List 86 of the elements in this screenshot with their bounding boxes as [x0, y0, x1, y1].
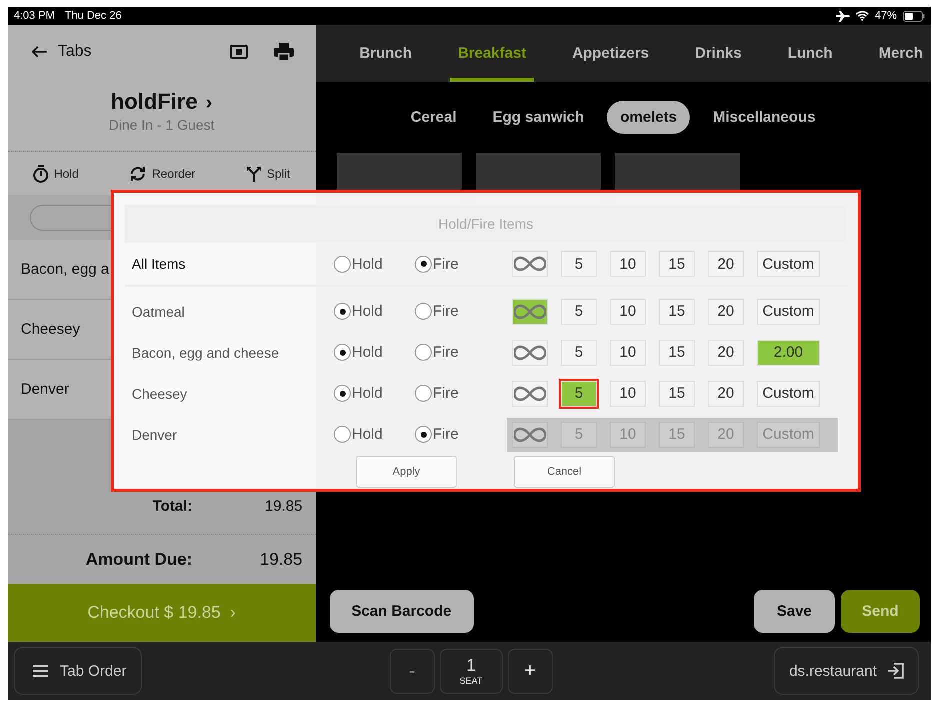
category-tab[interactable]: Brunch — [352, 25, 420, 82]
no-limit-button[interactable] — [512, 380, 548, 406]
infinity-icon — [514, 386, 546, 402]
chevron-icon[interactable]: › — [206, 92, 212, 115]
minutes-button[interactable]: 10 — [610, 380, 646, 406]
split-arrows-icon — [246, 166, 262, 182]
menu-icon — [33, 665, 48, 677]
back-arrow-icon — [32, 46, 48, 58]
category-tab[interactable]: Appetizers — [564, 25, 658, 82]
cancel-button[interactable]: Cancel — [514, 456, 615, 488]
minutes-button[interactable]: 20 — [708, 340, 744, 366]
item-name: Denver — [132, 426, 178, 442]
battery-icon — [903, 10, 925, 22]
minutes-button[interactable]: 15 — [659, 251, 695, 277]
subcategory-pill[interactable]: Miscellaneous — [700, 101, 829, 134]
category-tab[interactable]: Drinks — [687, 25, 750, 82]
minutes-button[interactable]: 15 — [659, 340, 695, 366]
no-limit-button[interactable] — [512, 298, 548, 324]
tab-title[interactable]: holdFire — [111, 89, 198, 115]
back-button[interactable]: Tabs — [32, 43, 92, 61]
subcategory-pill[interactable]: Cereal — [398, 101, 470, 134]
hold-fire-radio[interactable]: Fire — [415, 344, 507, 361]
item-name: Oatmeal — [132, 304, 186, 320]
amount-due-value: 19.85 — [259, 550, 303, 570]
total-amount: 19.85 — [264, 498, 303, 515]
status-time: 4:03 PM — [14, 10, 55, 22]
seat-minus-button[interactable]: - — [390, 648, 435, 694]
printer-icon[interactable] — [274, 43, 294, 61]
hold-fire-radio[interactable]: Fire — [415, 303, 507, 320]
logout-icon — [887, 663, 904, 679]
custom-time-button[interactable]: 2.00 — [757, 340, 820, 366]
battery-percent: 47% — [874, 10, 897, 22]
amount-due-label: Amount Due: — [86, 550, 193, 570]
hold-fire-radio[interactable]: Hold — [334, 303, 415, 320]
seat-counter[interactable]: 1 SEAT — [440, 648, 503, 694]
subcategory-pill[interactable]: omelets — [607, 101, 690, 134]
minutes-button[interactable]: 10 — [610, 298, 646, 324]
minutes-button[interactable]: 5 — [561, 380, 597, 406]
seat-plus-button[interactable]: + — [508, 648, 553, 694]
minutes-button[interactable]: 15 — [659, 380, 695, 406]
no-limit-button[interactable] — [512, 251, 548, 277]
tab-subtitle: Dine In - 1 Guest — [108, 117, 216, 133]
save-button[interactable]: Save — [754, 590, 835, 633]
minutes-button[interactable]: 5 — [561, 298, 597, 324]
subcategory-pill[interactable]: Egg sanwich — [480, 101, 598, 134]
minutes-button[interactable]: 20 — [708, 251, 744, 277]
custom-time-button[interactable]: Custom — [757, 380, 820, 406]
hold-fire-radio[interactable]: Fire — [415, 256, 507, 272]
category-tab[interactable]: Breakfast — [450, 25, 534, 82]
minutes-button[interactable]: 15 — [659, 298, 695, 324]
banknote-icon[interactable] — [230, 45, 248, 59]
hold-fire-radio[interactable]: Fire — [415, 385, 507, 402]
minutes-button[interactable]: 20 — [708, 380, 744, 406]
order-action-button[interactable]: Reorder — [129, 166, 196, 182]
category-tab[interactable]: Lunch — [780, 25, 841, 82]
hold-fire-radio[interactable]: Hold — [334, 344, 415, 361]
user-logout-button[interactable]: ds.restaurant — [774, 647, 919, 695]
minutes-button[interactable]: 5 — [561, 340, 597, 366]
stopwatch-icon — [33, 164, 50, 182]
minutes-button[interactable]: 20 — [708, 298, 744, 324]
order-action-button[interactable]: Split — [246, 166, 290, 182]
infinity-icon — [514, 256, 546, 272]
item-name: Cheesey — [132, 386, 188, 402]
custom-time-button[interactable]: Custom — [757, 298, 820, 324]
minutes-button[interactable]: 10 — [610, 340, 646, 366]
reorder-arrows-icon — [129, 166, 148, 182]
minutes-button[interactable]: 10 — [610, 251, 646, 277]
order-action-button[interactable]: Hold — [33, 164, 79, 182]
item-name: All Items — [132, 256, 187, 272]
total-label: Total: — [152, 498, 193, 515]
tab-order-button[interactable]: Tab Order — [14, 647, 142, 695]
hold-fire-radio[interactable]: Hold — [334, 256, 415, 272]
hold-fire-radio[interactable]: Hold — [334, 385, 415, 402]
apply-button[interactable]: Apply — [356, 456, 457, 488]
custom-time-button[interactable]: Custom — [757, 251, 820, 277]
status-date: Thu Dec 26 — [64, 10, 122, 22]
category-tab[interactable]: Merch — [870, 25, 931, 82]
infinity-icon — [514, 426, 546, 442]
item-name: Bacon, egg and cheese — [132, 344, 280, 360]
airplane-icon — [836, 10, 850, 22]
minutes-button[interactable]: 5 — [561, 251, 597, 277]
wifi-icon — [856, 11, 869, 21]
infinity-icon — [514, 344, 546, 360]
infinity-icon — [514, 304, 546, 320]
no-limit-button[interactable] — [512, 340, 548, 366]
scan-barcode-button[interactable]: Scan Barcode — [330, 590, 474, 633]
